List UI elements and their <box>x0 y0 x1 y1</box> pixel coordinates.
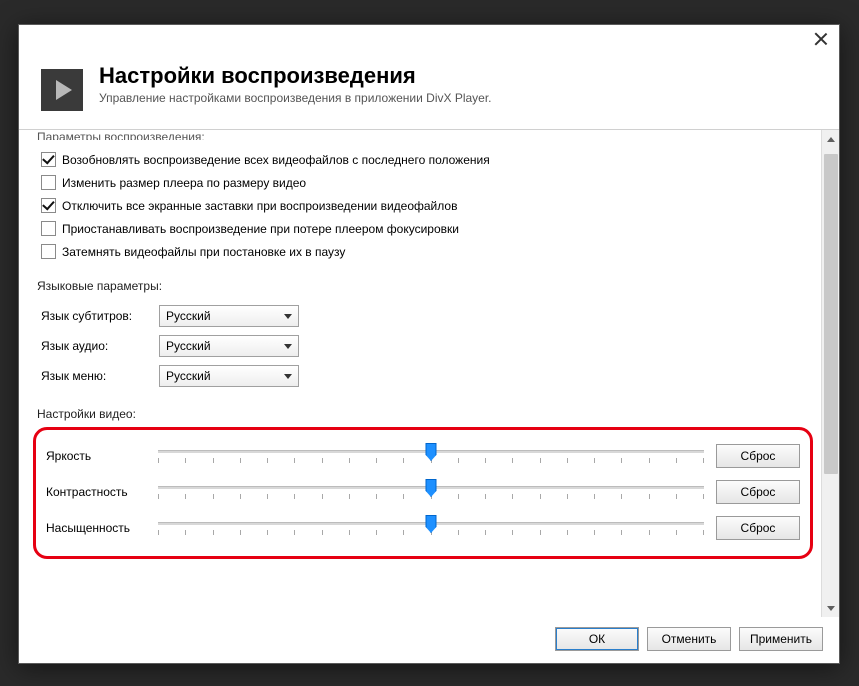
option-label[interactable]: Отключить все экранные заставки при восп… <box>62 199 457 213</box>
playback-options: Возобновлять воспроизведение всех видеоф… <box>33 146 817 271</box>
saturation-label: Насыщенность <box>46 521 146 535</box>
saturation-reset-button[interactable]: Сброс <box>716 516 800 540</box>
checkbox-dim-pause[interactable] <box>41 244 56 259</box>
titlebar <box>19 25 839 55</box>
contrast-row: Контрастность Сброс <box>46 474 800 510</box>
contrast-slider[interactable] <box>158 480 704 504</box>
play-icon <box>41 69 83 111</box>
close-icon[interactable] <box>813 31 829 47</box>
dialog-title: Настройки воспроизведения <box>99 63 492 89</box>
scroll-thumb[interactable] <box>824 154 838 474</box>
subtitle-lang-dropdown[interactable]: Русский <box>159 305 299 327</box>
apply-button[interactable]: Применить <box>739 627 823 651</box>
option-label[interactable]: Затемнять видеофайлы при постановке их в… <box>62 245 345 259</box>
checkbox-resize[interactable] <box>41 175 56 190</box>
brightness-slider[interactable] <box>158 444 704 468</box>
option-screensaver: Отключить все экранные заставки при восп… <box>41 194 817 217</box>
video-settings-highlight: Яркость Сброс Контрастность С <box>33 427 813 559</box>
checkbox-resume[interactable] <box>41 152 56 167</box>
menu-lang-dropdown[interactable]: Русский <box>159 365 299 387</box>
content-area: Параметры воспроизведения: Возобновлять … <box>19 130 821 617</box>
saturation-row: Насыщенность Сброс <box>46 510 800 546</box>
subtitle-lang-label: Язык субтитров: <box>41 309 151 323</box>
option-resume: Возобновлять воспроизведение всех видеоф… <box>41 148 817 171</box>
brightness-row: Яркость Сброс <box>46 438 800 474</box>
playback-group-label: Параметры воспроизведения: <box>37 130 817 140</box>
vertical-scrollbar[interactable] <box>821 130 839 617</box>
dropdown-value: Русский <box>166 369 211 383</box>
menu-lang-label: Язык меню: <box>41 369 151 383</box>
dropdown-value: Русский <box>166 309 211 323</box>
saturation-slider[interactable] <box>158 516 704 540</box>
contrast-label: Контрастность <box>46 485 146 499</box>
ok-button[interactable]: ОК <box>555 627 639 651</box>
menu-lang-row: Язык меню: Русский <box>41 361 817 391</box>
dialog-header: Настройки воспроизведения Управление нас… <box>19 55 839 130</box>
header-text: Настройки воспроизведения Управление нас… <box>99 63 492 105</box>
option-label[interactable]: Изменить размер плеера по размеру видео <box>62 176 306 190</box>
audio-lang-row: Язык аудио: Русский <box>41 331 817 361</box>
language-group-label: Языковые параметры: <box>37 279 817 293</box>
option-pause-focus: Приостанавливать воспроизведение при пот… <box>41 217 817 240</box>
scroll-up-icon[interactable] <box>822 130 839 148</box>
brightness-label: Яркость <box>46 449 146 463</box>
option-dim-pause: Затемнять видеофайлы при постановке их в… <box>41 240 817 263</box>
language-options: Язык субтитров: Русский Язык аудио: Русс… <box>33 299 817 399</box>
audio-lang-label: Язык аудио: <box>41 339 151 353</box>
video-group-label: Настройки видео: <box>37 407 817 421</box>
cancel-button[interactable]: Отменить <box>647 627 731 651</box>
dialog-subtitle: Управление настройками воспроизведения в… <box>99 91 492 105</box>
settings-dialog: Настройки воспроизведения Управление нас… <box>18 24 840 664</box>
scroll-down-icon[interactable] <box>822 599 839 617</box>
contrast-reset-button[interactable]: Сброс <box>716 480 800 504</box>
dialog-footer: ОК Отменить Применить <box>19 617 839 663</box>
dropdown-value: Русский <box>166 339 211 353</box>
checkbox-pause-focus[interactable] <box>41 221 56 236</box>
brightness-reset-button[interactable]: Сброс <box>716 444 800 468</box>
subtitle-lang-row: Язык субтитров: Русский <box>41 301 817 331</box>
option-resize: Изменить размер плеера по размеру видео <box>41 171 817 194</box>
option-label[interactable]: Возобновлять воспроизведение всех видеоф… <box>62 153 490 167</box>
option-label[interactable]: Приостанавливать воспроизведение при пот… <box>62 222 459 236</box>
audio-lang-dropdown[interactable]: Русский <box>159 335 299 357</box>
checkbox-screensaver[interactable] <box>41 198 56 213</box>
